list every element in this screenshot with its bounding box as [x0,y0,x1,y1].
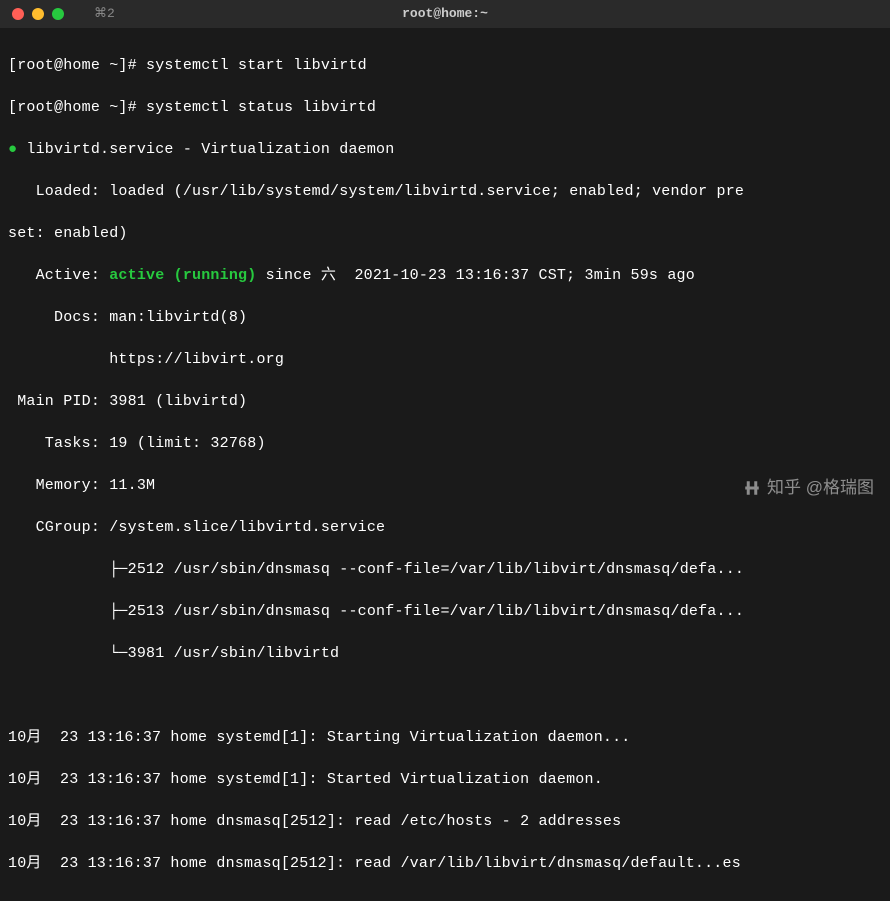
log-line-2: 10月 23 13:16:37 home systemd[1]: Started… [8,769,882,790]
tasks-line: Tasks: 19 (limit: 32768) [8,433,882,454]
prompt: [root@home ~]# [8,57,146,74]
service-header: ● libvirtd.service - Virtualization daem… [8,139,882,160]
docs-label: Docs: [8,309,109,326]
loaded-label: Loaded: [8,183,109,200]
active-status: active (running) [109,267,256,284]
blank-line [8,685,882,706]
docs-line-2: https://libvirt.org [8,349,882,370]
log-line-3: 10月 23 13:16:37 home dnsmasq[2512]: read… [8,811,882,832]
cgroup-child-2: ├─2513 /usr/sbin/dnsmasq --conf-file=/va… [8,601,882,622]
log-line-1: 10月 23 13:16:37 home systemd[1]: Startin… [8,727,882,748]
titlebar: ⌘2 root@home:~ [0,0,890,28]
tab-label[interactable]: ⌘2 [94,5,115,23]
command-line-2: [root@home ~]# systemctl status libvirtd [8,97,882,118]
prompt: [root@home ~]# [8,99,146,116]
tasks-value: 19 (limit: 32768) [109,435,265,452]
window-title: root@home:~ [402,5,488,23]
memory-label: Memory: [8,477,109,494]
command-line-1: [root@home ~]# systemctl start libvirtd [8,55,882,76]
minimize-icon[interactable] [32,8,44,20]
zhihu-icon [743,479,761,497]
docs-value: man:libvirtd(8) [109,309,247,326]
active-label: Active: [8,267,109,284]
cgroup-line: CGroup: /system.slice/libvirtd.service [8,517,882,538]
watermark: 知乎 @格瑞图 [743,476,874,500]
command-text: systemctl start libvirtd [146,57,367,74]
command-text: systemctl status libvirtd [146,99,376,116]
memory-value: 11.3M [109,477,155,494]
terminal-output[interactable]: [root@home ~]# systemctl start libvirtd … [0,28,890,901]
watermark-text: 知乎 @格瑞图 [767,476,874,500]
loaded-wrap: set: enabled) [8,223,882,244]
status-dot-icon: ● [8,139,17,160]
docs-line-1: Docs: man:libvirtd(8) [8,307,882,328]
loaded-value: loaded (/usr/lib/systemd/system/libvirtd… [109,183,744,200]
cgroup-child-3: └─3981 /usr/sbin/libvirtd [8,643,882,664]
active-line: Active: active (running) since 六 2021-10… [8,265,882,286]
maximize-icon[interactable] [52,8,64,20]
tasks-label: Tasks: [8,435,109,452]
loaded-line: Loaded: loaded (/usr/lib/systemd/system/… [8,181,882,202]
mainpid-line: Main PID: 3981 (libvirtd) [8,391,882,412]
active-since: since 六 2021-10-23 13:16:37 CST; 3min 59… [256,267,694,284]
window-controls [12,8,64,20]
log-line-4: 10月 23 13:16:37 home dnsmasq[2512]: read… [8,853,882,874]
service-name: libvirtd.service - Virtualization daemon [26,141,394,158]
close-icon[interactable] [12,8,24,20]
mainpid-label: Main PID: [8,393,109,410]
mainpid-value: 3981 (libvirtd) [109,393,247,410]
cgroup-child-1: ├─2512 /usr/sbin/dnsmasq --conf-file=/va… [8,559,882,580]
